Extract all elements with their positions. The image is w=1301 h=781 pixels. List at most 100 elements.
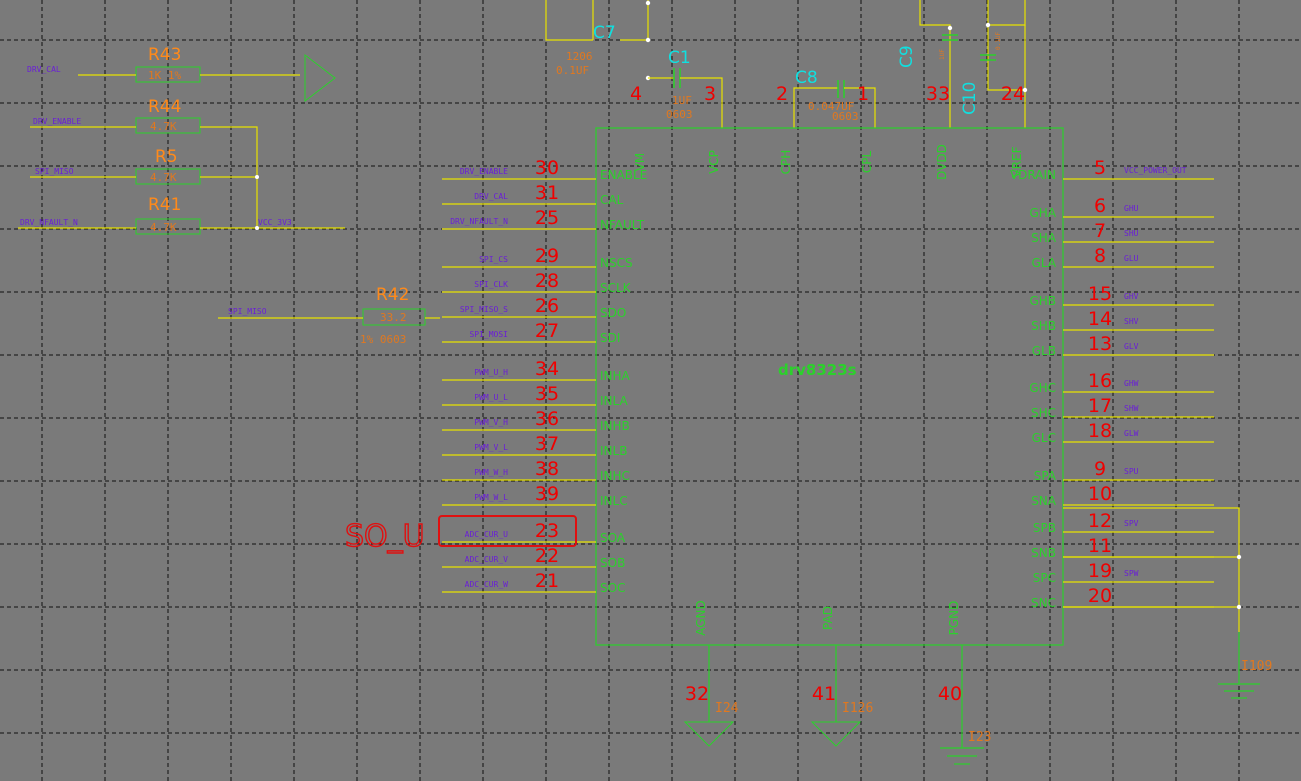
pin-name-bottom: AGND	[694, 600, 708, 636]
pin-number-right: 20	[1088, 585, 1112, 607]
part-name: drv8323s	[778, 361, 857, 379]
pin-number-right: 16	[1088, 370, 1112, 392]
r42-ref: R42	[376, 285, 409, 305]
net-label-right: GHU	[1124, 204, 1139, 213]
net-label-right: SHV	[1124, 317, 1139, 326]
c1-pkg: 0603	[666, 108, 693, 121]
pin-number-right: 17	[1088, 395, 1112, 417]
pin-number-right: 18	[1088, 420, 1112, 442]
c9-value: 1UF	[939, 49, 946, 60]
pin-name-right: SNA	[1031, 494, 1057, 508]
pin-number-left: 28	[535, 270, 559, 292]
schematic-canvas[interactable]: R43 1K 1% DRV_CAL R44 4.7K DRV_ENABLE R5…	[0, 0, 1301, 781]
pin-name-left: INHA	[600, 369, 631, 383]
net-label-drv-cal-left: DRV_CAL	[27, 65, 61, 74]
pin-number-top: 4	[630, 83, 642, 105]
net-label-left: DRV_ENABLE	[460, 167, 508, 176]
pin-number-right: 15	[1088, 283, 1112, 305]
pin-number-right: 13	[1088, 333, 1112, 355]
pin-name-right: SPC	[1033, 571, 1056, 585]
net-label-left: ADC_CUR_W	[465, 580, 509, 589]
pin-name-left: SOB	[600, 556, 625, 570]
right-pins: 5VDRAIN VCC_POWER_OUT6GHA GHU7SHA SHU8GLA GL…	[1010, 157, 1214, 610]
pin-name-left: INHB	[600, 419, 630, 433]
ic-body[interactable]	[595, 127, 1064, 646]
pin-name-right: SPA	[1034, 469, 1057, 483]
net-label-right: GHV	[1124, 292, 1139, 301]
pin-name-right: GHB	[1029, 294, 1056, 308]
pin-name-top: DVDD	[935, 144, 949, 180]
pin-name-left: SDI	[600, 331, 620, 345]
pin-name-left: SCLK	[600, 281, 632, 295]
pin-name-left: INLC	[600, 494, 628, 508]
net-label-right: VCC_POWER_OUT	[1124, 166, 1187, 175]
net-label-left: ADC_CUR_U	[465, 530, 509, 539]
c1-value: 1UF	[672, 94, 692, 107]
net-label-left: PWM_W_L	[474, 493, 508, 502]
pin-number-right: 9	[1094, 458, 1106, 480]
net-label-left: SPI_MOSI	[469, 330, 508, 339]
c1-ref: C1	[668, 48, 691, 68]
ground-label: I24	[715, 701, 739, 716]
c10-value: 0.1UF	[995, 32, 1002, 50]
pin-number-left: 39	[535, 483, 559, 505]
pin-number-top: 33	[926, 83, 950, 105]
r43-ref: R43	[148, 45, 181, 65]
pin-name-top: VM	[633, 153, 647, 172]
pin-name-left: INHC	[600, 469, 630, 483]
pin-number-top: 3	[704, 83, 716, 105]
net-label-left: PWM_U_L	[474, 393, 508, 402]
pin-number-bottom: 32	[685, 683, 709, 705]
net-label-left: PWM_V_L	[474, 443, 508, 452]
r42-extra: 1% 0603	[360, 333, 406, 346]
r42-value: 33.2	[380, 311, 407, 324]
net-label-spi-miso-r42: SPI_MISO	[228, 307, 267, 316]
pin-name-right: SHC	[1031, 406, 1056, 420]
pin-number-left: 27	[535, 320, 559, 342]
net-label-right: SHW	[1124, 404, 1139, 413]
net-label-right: GLU	[1124, 254, 1139, 263]
c9-ref: C9	[897, 45, 917, 68]
pin-number-right: 5	[1094, 157, 1106, 179]
net-label-right: SPU	[1124, 467, 1139, 476]
pin-number-right: 8	[1094, 245, 1106, 267]
ground-icon	[810, 721, 862, 747]
capacitor-network: C7 1206 0.1UF C1 1UF 0603 C8 0.047UF 060…	[545, 0, 1028, 128]
pin-name-left: SDO	[600, 306, 626, 320]
net-label-right: SPW	[1124, 569, 1139, 578]
net-label-right: SPV	[1124, 519, 1139, 528]
left-pins: 30 ENABLEDRV_ENABLE31 CALDRV_CAL25 NFAULTDR…	[442, 157, 647, 595]
pin-name-left: CAL	[600, 193, 624, 207]
net-label-left: DRV_NFAULT_N	[450, 217, 508, 226]
net-label-left: SPI_MISO_S	[460, 305, 508, 314]
net-label-right: GHW	[1124, 379, 1139, 388]
net-label-drv-enable-left: DRV_ENABLE	[33, 117, 81, 126]
ground-label: I23	[968, 730, 991, 745]
pin-number-left: 34	[535, 358, 559, 380]
pin-name-left: INLA	[600, 394, 628, 408]
pin-name-top: CPL	[860, 151, 874, 174]
pin-name-right: SPB	[1033, 521, 1056, 535]
pin-name-bottom: PAD	[821, 606, 835, 630]
pin-number-left: 31	[535, 182, 559, 204]
ground-icon	[683, 721, 735, 747]
pin-number-right: 7	[1094, 220, 1106, 242]
pin-number-left: 29	[535, 245, 559, 267]
pin-name-right: GLA	[1032, 256, 1057, 270]
c7-ref: C7	[593, 23, 616, 43]
c8-ref: C8	[795, 68, 818, 88]
pin-name-right: SHB	[1031, 319, 1056, 333]
pin-name-right: GLB	[1032, 344, 1056, 358]
pin-number-left: 23	[535, 520, 559, 542]
annotation-text: SO_U	[345, 519, 425, 554]
pin-number-left: 22	[535, 545, 559, 567]
r43-value: 1K 1%	[148, 69, 181, 82]
pin-number-right: 10	[1088, 483, 1112, 505]
net-label-right: GLV	[1124, 342, 1139, 351]
pin-name-right: SNB	[1031, 546, 1056, 560]
pin-name-top: VCP	[707, 150, 721, 174]
pin-name-right: GHC	[1029, 381, 1056, 395]
r44-ref: R44	[148, 97, 181, 117]
pin-name-left: SOA	[600, 531, 626, 545]
c7-value: 0.1UF	[556, 64, 589, 77]
